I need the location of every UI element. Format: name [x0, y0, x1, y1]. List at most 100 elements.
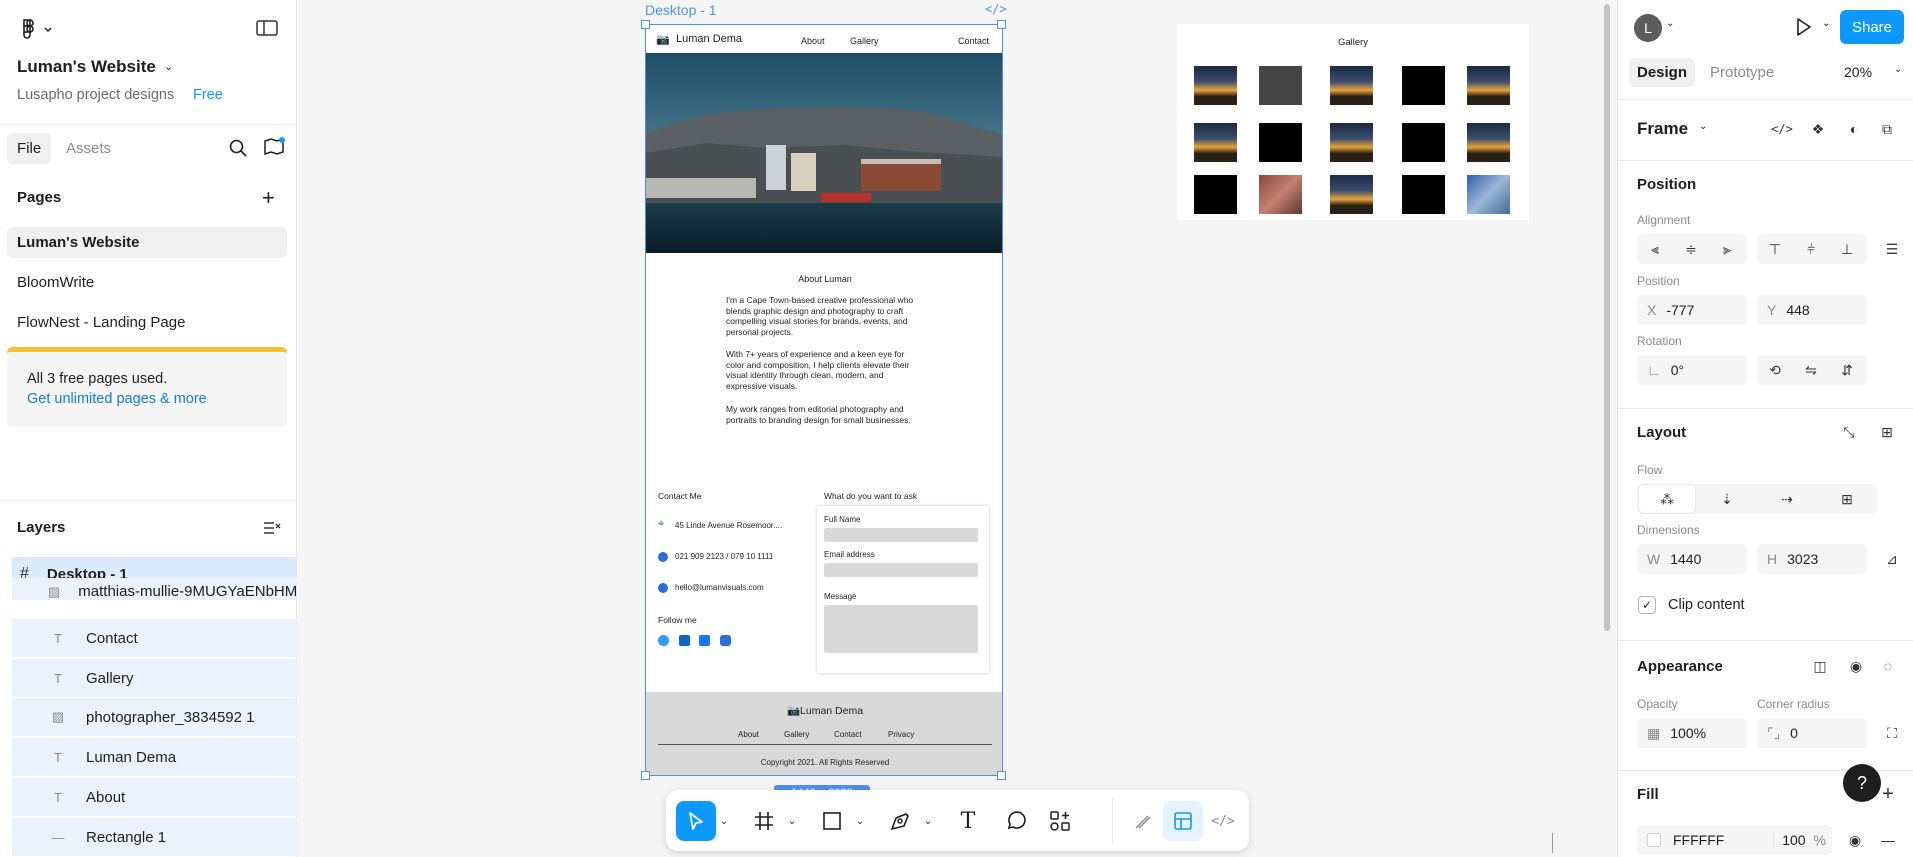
tab-file[interactable]: File [7, 133, 52, 164]
chevron-down-icon[interactable]: ⌄ [716, 801, 732, 841]
fill-color-input[interactable]: FFFFFF 100 % [1637, 825, 1832, 855]
flow-freeform-icon[interactable]: ⁂ [1639, 485, 1695, 513]
width-input[interactable]: W 1440 [1637, 544, 1747, 574]
layer-item[interactable]: ▨ photographer_3834592 1 [12, 698, 297, 736]
component-icon[interactable]: ❖ [1802, 115, 1834, 143]
mask-icon[interactable]: ◐ [1838, 115, 1870, 143]
tab-prototype[interactable]: Prototype [1710, 64, 1774, 81]
text-tool[interactable]: T [948, 801, 988, 841]
pen-tool[interactable] [880, 801, 920, 841]
chevron-down-icon[interactable]: ⌄ [1894, 64, 1902, 75]
zoom-level[interactable]: 20% [1844, 64, 1872, 80]
code-icon[interactable]: </> [985, 2, 1007, 16]
rotate-icon[interactable]: ⟲ [1759, 356, 1791, 384]
add-page-icon[interactable]: + [262, 185, 275, 211]
corner-icon: ⌜⌟ [1767, 724, 1781, 741]
independent-corners-icon[interactable]: ⛶ [1876, 719, 1908, 747]
flow-vertical-icon[interactable]: ⇣ [1699, 485, 1755, 513]
opacity-input[interactable]: ▦ 100% [1637, 718, 1747, 748]
remove-fill-icon[interactable]: — [1872, 826, 1904, 854]
library-icon[interactable] [261, 134, 287, 160]
chevron-down-icon[interactable]: ⌄ [164, 60, 173, 73]
align-center-h-icon[interactable]: ≑ [1675, 235, 1707, 263]
gallery-thumbnail [1194, 175, 1237, 214]
layer-item[interactable]: — Rectangle 1 [12, 818, 297, 856]
page-item-bloomwrite[interactable]: BloomWrite [7, 267, 287, 298]
comment-tool[interactable] [996, 801, 1036, 841]
search-icon[interactable] [226, 136, 250, 160]
left-panel: Luman's Website ⌄ Lusapho project design… [0, 0, 297, 857]
design-mode-button[interactable] [1163, 801, 1203, 841]
eye-icon[interactable]: ◉ [1840, 652, 1872, 680]
resize-handle-tr[interactable] [997, 20, 1006, 29]
project-name[interactable]: Lusapho project designs [17, 87, 174, 103]
tab-assets[interactable]: Assets [56, 133, 121, 164]
align-top-icon[interactable]: ⊤ [1759, 235, 1791, 263]
flow-grid-icon[interactable]: ⊞ [1819, 485, 1875, 513]
chevron-down-icon[interactable]: ⌄ [784, 801, 800, 841]
page-item-flownest[interactable]: FlowNest - Landing Page [7, 307, 287, 338]
layer-item[interactable]: T Gallery [12, 659, 297, 697]
share-button[interactable]: Share [1840, 10, 1904, 44]
boolean-icon[interactable]: ⧉ [1871, 115, 1903, 143]
resize-handle-tl[interactable] [641, 20, 650, 29]
chevron-down-icon[interactable]: ⌄ [1666, 18, 1674, 29]
collapse-layers-icon[interactable] [262, 518, 282, 538]
page-item-lumans-website[interactable]: Luman's Website [7, 227, 287, 258]
form-title: What do you want to ask [824, 491, 918, 501]
shape-tool[interactable] [812, 801, 852, 841]
variable-mode-icon[interactable]: ◫ [1804, 652, 1836, 680]
vertical-scrollbar[interactable] [1604, 4, 1610, 631]
tab-design[interactable]: Design [1629, 58, 1696, 87]
rotation-input[interactable]: ∟ 0° [1637, 355, 1747, 385]
resize-handle-br[interactable] [997, 771, 1006, 780]
dev-mode-button[interactable]: </> [1203, 801, 1243, 841]
desktop-frame[interactable]: 📷 Luman Dema About Gallery Contact About… [645, 24, 1003, 776]
avatar[interactable]: L [1634, 14, 1662, 42]
actions-tool[interactable] [1040, 801, 1080, 841]
layer-item[interactable]: T Luman Dema [12, 738, 297, 776]
move-tool[interactable] [676, 801, 716, 841]
present-button[interactable] [1792, 16, 1816, 40]
chevron-down-icon[interactable]: ⌄ [1699, 121, 1707, 132]
layer-item[interactable]: T About [12, 778, 297, 816]
y-input[interactable]: Y 448 [1757, 295, 1867, 325]
clip-content-checkbox[interactable]: ✓ [1638, 596, 1656, 614]
layer-item[interactable]: ▨ matthias-mullie-9MUGYaENbHM- [12, 578, 297, 600]
flip-vertical-icon[interactable]: ⇵ [1831, 356, 1863, 384]
chevron-down-icon[interactable]: ⌄ [1822, 18, 1830, 29]
draw-mode-button[interactable] [1123, 801, 1163, 841]
chevron-down-icon[interactable]: ⌄ [920, 801, 936, 841]
align-left-icon[interactable]: ⫷ [1639, 235, 1671, 263]
upgrade-link[interactable]: Get unlimited pages & more [27, 391, 207, 407]
frame-tool[interactable] [744, 801, 784, 841]
layer-item[interactable]: T Contact [12, 619, 297, 657]
frame-label[interactable]: Desktop - 1 [645, 2, 717, 18]
color-swatch[interactable] [1647, 833, 1661, 847]
canvas[interactable]: Desktop - 1 </> 📷 Luman Dema About Galle… [298, 0, 1610, 857]
fit-icon[interactable]: ⤡ [1833, 418, 1865, 446]
code-icon[interactable]: </> [1766, 115, 1798, 143]
chevron-down-icon[interactable]: ⌄ [852, 801, 868, 841]
distribute-icon[interactable]: ☰ [1876, 235, 1908, 263]
align-middle-v-icon[interactable]: ⫩ [1795, 235, 1827, 263]
flip-horizontal-icon[interactable]: ⇋ [1795, 356, 1827, 384]
align-right-icon[interactable]: ⫸ [1711, 235, 1743, 263]
x-input[interactable]: X -777 [1637, 295, 1747, 325]
resize-icon[interactable]: ⊿ [1876, 545, 1908, 573]
gallery-frame[interactable]: Gallery [1177, 24, 1529, 220]
eye-icon[interactable]: ◉ [1839, 826, 1871, 854]
panel-toggle-icon[interactable] [254, 17, 280, 39]
auto-layout-icon[interactable]: ⊞ [1871, 418, 1903, 446]
blend-mode-icon[interactable]: ◌ [1872, 652, 1904, 680]
plan-badge[interactable]: Free [193, 87, 223, 103]
flow-horizontal-icon[interactable]: ⇢ [1759, 485, 1815, 513]
help-button[interactable]: ? [1843, 764, 1881, 802]
height-input[interactable]: H 3023 [1757, 544, 1867, 574]
corner-radius-input[interactable]: ⌜⌟ 0 [1757, 718, 1867, 748]
file-name[interactable]: Luman's Website [17, 57, 156, 77]
resize-handle-bl[interactable] [641, 771, 650, 780]
main-menu-button[interactable] [18, 16, 52, 40]
frame-type[interactable]: Frame [1637, 119, 1688, 139]
align-bottom-icon[interactable]: ⊥ [1831, 235, 1863, 263]
